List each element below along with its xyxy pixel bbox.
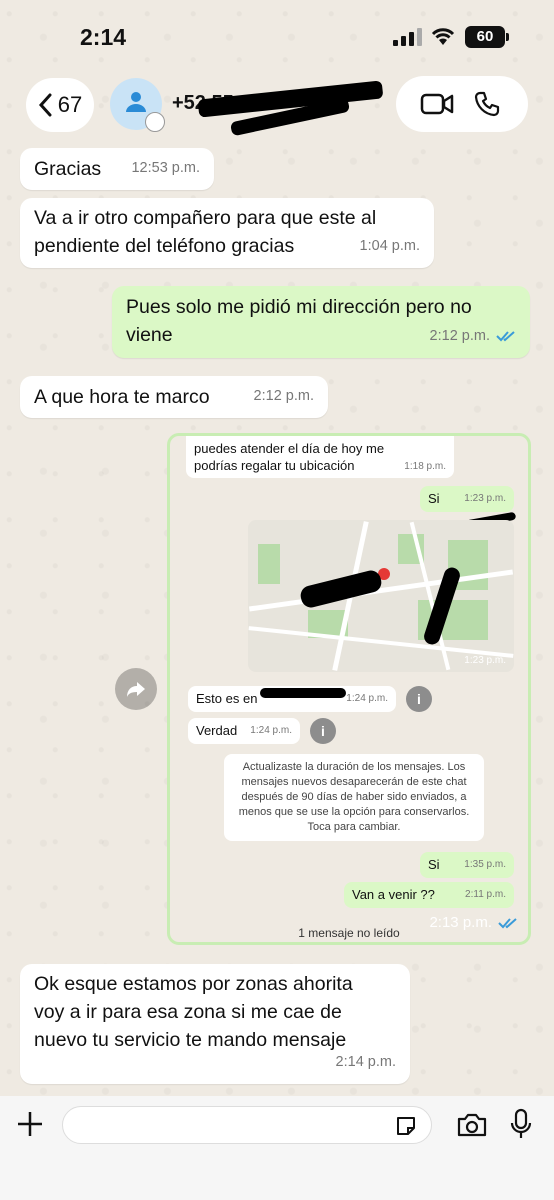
embedded-message-outgoing: Van a venir ?? 2:11 p.m. (344, 882, 514, 908)
redaction-mark (298, 568, 384, 610)
embedded-message-outgoing: Si 1:23 p.m. (420, 486, 514, 512)
message-text: Ok esque estamos por zonas ahorita voy a… (34, 973, 353, 1051)
embedded-message-text: Si (428, 857, 440, 872)
message-time: 12:53 p.m. (131, 160, 200, 176)
person-icon (126, 92, 146, 112)
battery-indicator: 60 (465, 26, 509, 48)
message-time: 2:13 p.m. (429, 914, 492, 931)
message-time: 1:04 p.m. (359, 238, 420, 254)
disappearing-messages-notice: Actualizaste la duración de los mensajes… (224, 754, 484, 841)
embedded-message-text: Van a venir ?? (352, 887, 435, 902)
message-bubble-incoming[interactable]: Gracias 12:53 p.m. (20, 148, 214, 190)
embedded-message-text: Verdad (196, 723, 238, 738)
message-bubble-incoming[interactable]: Va a ir otro compañero para que este al … (20, 198, 434, 268)
message-time: 2:12 p.m. (253, 388, 314, 404)
message-bubble-outgoing[interactable]: Pues solo me pidió mi dirección pero no … (112, 286, 530, 358)
message-bubble-incoming[interactable]: Ok esque estamos por zonas ahorita voy a… (20, 964, 410, 1084)
back-button[interactable]: 67 (26, 78, 94, 132)
embedded-message-time: 1:24 p.m. (250, 725, 292, 736)
embedded-message-incoming: Verdad 1:24 p.m. (188, 718, 300, 744)
video-call-icon[interactable] (420, 91, 454, 117)
wifi-icon (431, 28, 455, 45)
forward-arrow-icon (127, 682, 145, 697)
phone-icon[interactable] (470, 91, 504, 117)
message-meta: 2:13 p.m. (429, 914, 518, 931)
chevron-left-icon (38, 93, 52, 117)
redaction-mark (260, 688, 346, 698)
message-bubble-incoming[interactable]: A que hora te marco 2:12 p.m. (20, 376, 328, 418)
cellular-signal-icon (393, 28, 423, 46)
embedded-message-time: 1:35 p.m. (464, 859, 506, 870)
message-input[interactable] (62, 1106, 432, 1144)
embedded-message-time: 2:11 p.m. (465, 889, 506, 900)
screenshot-image-message[interactable]: puedes atender el día de hoy me podrías … (167, 433, 531, 945)
embedded-message-incoming: puedes atender el día de hoy me podrías … (186, 436, 454, 478)
sticker-icon[interactable] (394, 1114, 418, 1138)
embedded-message-time: 1:18 p.m. (404, 461, 446, 472)
embedded-message-text: Si (428, 491, 440, 506)
unread-chats-count: 67 (57, 92, 83, 117)
location-map: 1:23 p.m. (248, 520, 514, 672)
call-actions (396, 76, 528, 132)
read-receipt-icon (496, 331, 515, 342)
embedded-message-text: Esto es en (196, 691, 258, 706)
forward-button[interactable] (115, 668, 157, 710)
embedded-message-time: 1:24 p.m. (346, 693, 388, 704)
read-receipt-icon (498, 917, 517, 928)
embedded-message-time: 1:23 p.m. (464, 493, 506, 504)
map-time: 1:23 p.m. (464, 655, 506, 666)
status-time: 2:14 (80, 24, 127, 50)
disappearing-timer-icon (145, 112, 165, 132)
microphone-icon[interactable] (510, 1108, 532, 1140)
message-composer (0, 1096, 554, 1200)
plus-icon[interactable] (16, 1110, 44, 1138)
embedded-message-text: puedes atender el día de hoy me podrías … (194, 441, 385, 473)
status-bar: 2:14 60 (0, 0, 554, 78)
message-meta: 2:12 p.m. (430, 322, 516, 350)
embedded-message-outgoing: Si 1:35 p.m. (420, 852, 514, 878)
message-time: 2:14 p.m. (335, 1054, 396, 1070)
info-icon: i (310, 718, 336, 744)
message-time: 2:12 p.m. (429, 328, 490, 344)
info-icon: i (406, 686, 432, 712)
camera-icon[interactable] (456, 1112, 488, 1138)
